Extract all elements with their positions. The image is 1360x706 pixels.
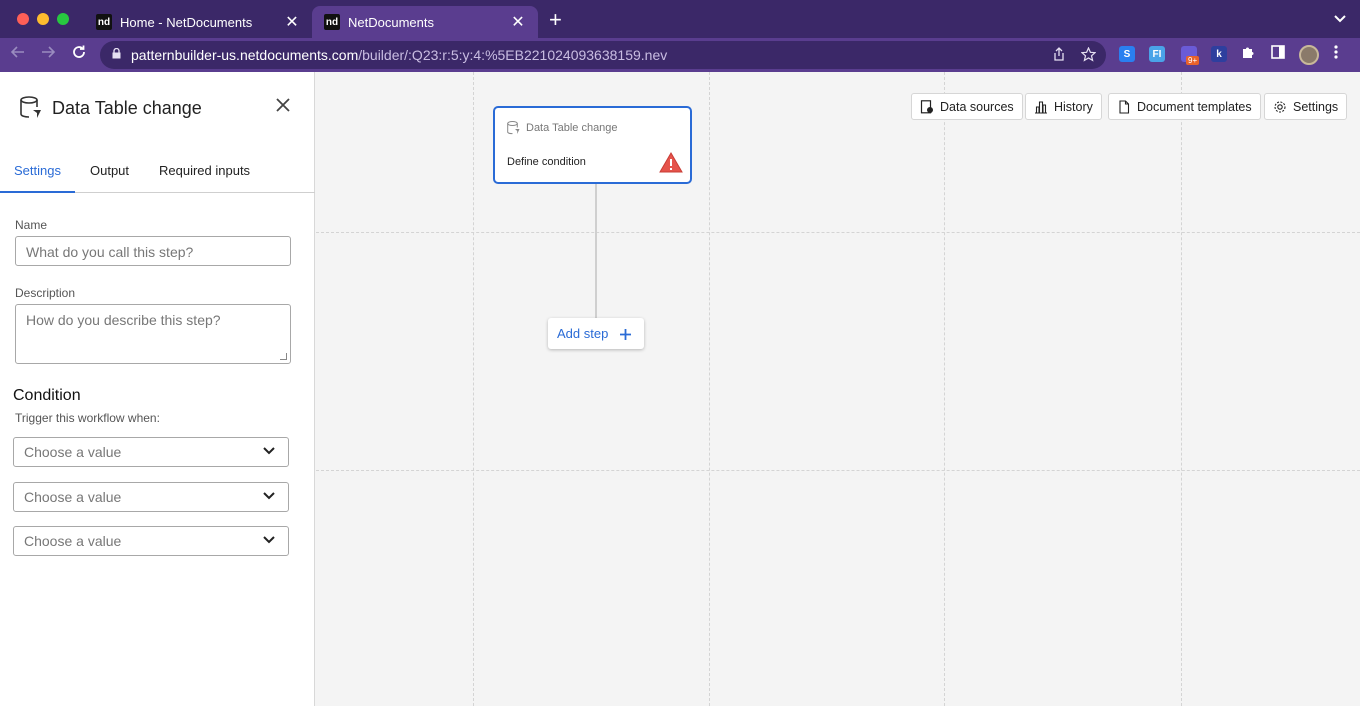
maximize-window-button[interactable] [57, 13, 69, 25]
grid-line [316, 470, 1360, 471]
new-tab-button[interactable]: + [549, 9, 562, 31]
grid-line [1181, 72, 1182, 706]
name-input[interactable]: What do you call this step? [15, 236, 291, 266]
chevron-down-icon [263, 536, 275, 544]
forward-arrow-icon[interactable] [40, 44, 56, 66]
side-panel-icon[interactable] [1271, 45, 1285, 62]
workflow-step-node[interactable]: Data Table change Define condition [493, 106, 692, 184]
node-status-text: Define condition [507, 156, 586, 168]
condition-title: Condition [13, 387, 81, 404]
reload-icon[interactable] [71, 44, 87, 66]
browser-tab-home[interactable]: nd Home - NetDocuments ✕ [84, 6, 312, 38]
select-value: Choose a value [24, 444, 122, 460]
extension-k-icon[interactable]: k [1211, 46, 1227, 62]
step-connector [595, 184, 597, 318]
workflow-canvas[interactable]: Data sources History Document templates … [316, 72, 1360, 706]
select-value: Choose a value [24, 533, 122, 549]
tab-output[interactable]: Output [90, 163, 129, 193]
condition-select-3[interactable]: Choose a value [13, 526, 289, 556]
share-icon[interactable] [1052, 47, 1066, 64]
document-templates-label: Document templates [1137, 99, 1252, 114]
browser-tab-strip: nd Home - NetDocuments ✕ nd NetDocuments… [0, 0, 1360, 38]
settings-label: Settings [1293, 99, 1339, 114]
back-arrow-icon[interactable] [10, 44, 26, 66]
warning-icon [659, 152, 683, 173]
chevron-down-icon [263, 447, 275, 455]
description-textarea[interactable]: How do you describe this step? [15, 304, 291, 364]
condition-select-1[interactable]: Choose a value [13, 437, 289, 467]
panel-title: Data Table change [52, 97, 202, 118]
history-button[interactable]: History [1025, 93, 1102, 120]
condition-subtitle: Trigger this workflow when: [15, 411, 160, 425]
browser-toolbar: patternbuilder-us.netdocuments.com /buil… [0, 38, 1360, 72]
browser-menu-icon[interactable] [1334, 44, 1338, 65]
data-sources-label: Data sources [940, 99, 1014, 114]
netdocuments-favicon: nd [96, 14, 112, 30]
plus-icon [620, 325, 632, 343]
lock-icon [112, 47, 121, 62]
extensions-puzzle-icon[interactable] [1241, 45, 1255, 62]
close-tab-icon[interactable]: ✕ [510, 12, 526, 32]
netdocuments-favicon: nd [324, 14, 340, 30]
resize-handle-icon[interactable] [280, 353, 287, 360]
close-window-button[interactable] [17, 13, 29, 25]
grid-line [473, 72, 474, 706]
step-settings-panel: Data Table change Settings Output Requir… [0, 72, 315, 706]
add-step-label: Add step [557, 326, 609, 341]
data-sources-button[interactable]: Data sources [911, 93, 1023, 120]
description-label: Description [15, 286, 76, 300]
description-placeholder: How do you describe this step? [26, 312, 221, 328]
close-tab-icon[interactable]: ✕ [284, 12, 300, 32]
node-title: Data Table change [526, 122, 618, 134]
grid-line [944, 72, 945, 706]
panel-header: Data Table change [20, 96, 202, 120]
name-label: Name [15, 218, 48, 232]
gear-icon [1274, 100, 1286, 113]
database-icon [507, 121, 520, 135]
address-bar[interactable]: patternbuilder-us.netdocuments.com /buil… [100, 41, 1106, 69]
history-icon [1035, 100, 1047, 114]
add-step-button[interactable]: Add step [548, 318, 644, 349]
tab-settings[interactable]: Settings [14, 163, 61, 193]
data-sources-icon [920, 99, 933, 113]
minimize-window-button[interactable] [37, 13, 49, 25]
grid-line [709, 72, 710, 706]
document-icon [1119, 99, 1130, 114]
settings-button[interactable]: Settings [1264, 93, 1348, 120]
database-icon [20, 96, 41, 118]
grid-line [316, 232, 1360, 233]
tab-title: Home - NetDocuments [120, 14, 253, 30]
history-label: History [1054, 99, 1093, 114]
close-panel-icon[interactable] [275, 96, 291, 119]
document-templates-button[interactable]: Document templates [1108, 93, 1261, 120]
extension-s-icon[interactable]: S [1119, 46, 1135, 62]
select-value: Choose a value [24, 489, 122, 505]
tab-title: NetDocuments [348, 14, 434, 30]
url-path: /builder/:Q23:r:5:y:4:%5EB22102409363815… [358, 47, 668, 63]
extension-fi-icon[interactable]: FI [1149, 46, 1165, 62]
tab-required-inputs[interactable]: Required inputs [159, 163, 250, 193]
condition-select-2[interactable]: Choose a value [13, 482, 289, 512]
bookmark-star-icon[interactable] [1080, 46, 1097, 65]
url-host: patternbuilder-us.netdocuments.com [131, 47, 359, 63]
chevron-down-icon [263, 492, 275, 500]
tab-search-icon[interactable] [1334, 12, 1346, 26]
node-header: Data Table change [507, 121, 618, 135]
active-tab-indicator [0, 191, 75, 193]
profile-avatar[interactable] [1299, 45, 1319, 65]
panel-tabs: Settings Output Required inputs [0, 160, 315, 193]
extension-badge-count: 9+ [1186, 56, 1200, 65]
browser-tab-netdocuments[interactable]: nd NetDocuments ✕ [312, 6, 538, 38]
